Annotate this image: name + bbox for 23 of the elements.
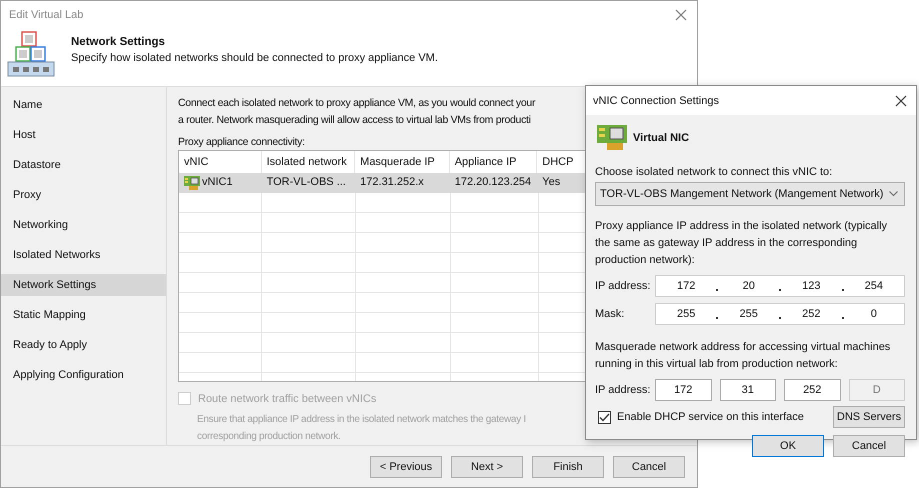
table-cell-text: vNIC1 bbox=[202, 175, 233, 190]
table-cell-text: 172.20.123.254 bbox=[454, 175, 532, 190]
window-title: Edit Virtual Lab bbox=[9, 8, 84, 21]
page-title: Network Settings bbox=[71, 36, 166, 48]
table-cell-text: 172.31.252.x bbox=[360, 175, 424, 190]
ip-address-label: IP address: bbox=[595, 384, 652, 396]
mask-label: Mask: bbox=[595, 308, 626, 320]
network-label: Choose isolated network to connect this vNIC to: bbox=[595, 165, 834, 180]
description-text: a router. Network masquerading will allow access to virtual lab VMs from producti bbox=[178, 113, 531, 128]
proxy-ip-description: Proxy appliance IP address in the isolated network (typically the same as gateway IP address in the corresponding production network): bbox=[595, 219, 888, 268]
checkbox-label: Enable DHCP service on this interface bbox=[617, 411, 805, 423]
checkbox-label: Route network traffic between vNICs bbox=[198, 392, 376, 405]
table-label: Proxy appliance connectivity: bbox=[178, 135, 305, 150]
masquerade-description: Masquerade network address for accessing virtual machines running in this virtual lab from production network: bbox=[595, 340, 892, 372]
dialog-title: vNIC Connection Settings bbox=[593, 94, 719, 106]
dialog-heading: Virtual NIC bbox=[633, 132, 690, 144]
page-subtitle: Specify how isolated networks should be connected to proxy appliance VM. bbox=[71, 52, 438, 64]
table-cell-text: Yes bbox=[542, 175, 560, 190]
note-text: corresponding production network. bbox=[197, 430, 341, 444]
ip-address-label: IP address: bbox=[595, 280, 652, 292]
note-text: Ensure that appliance IP address in the isolated network matches the gateway I bbox=[197, 413, 526, 428]
description-text: Connect each isolated network to proxy appliance VM, as you would connect your bbox=[178, 96, 536, 112]
table-cell-text: TOR-VL-OBS ... bbox=[266, 175, 346, 190]
